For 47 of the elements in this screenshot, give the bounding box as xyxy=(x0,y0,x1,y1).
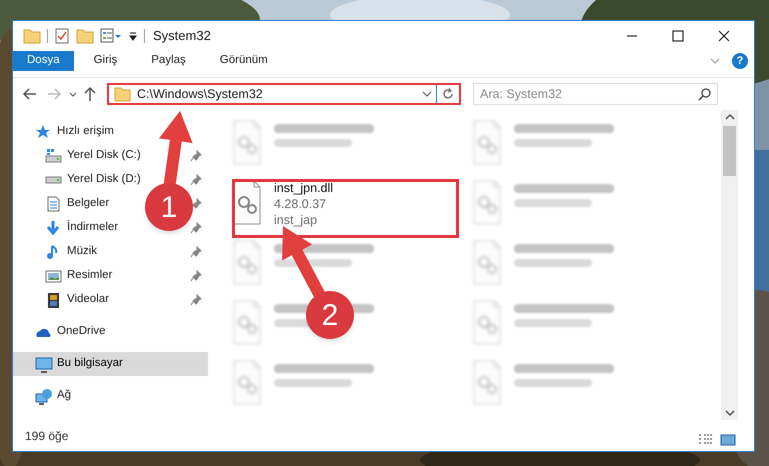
network-icon xyxy=(35,388,53,404)
file-detail: 4.28.0.37 xyxy=(274,196,328,212)
nav-item[interactable]: Videolar xyxy=(67,291,109,309)
ribbon-tab[interactable]: Görünüm xyxy=(206,51,282,71)
window-title: System32 xyxy=(153,27,211,46)
address-path: C:\Windows\System32 xyxy=(137,86,264,103)
address-bar[interactable]: C:\Windows\System32 xyxy=(107,83,461,105)
folder-icon xyxy=(113,86,131,102)
nav-item[interactable]: Resimler xyxy=(67,267,112,285)
search-icon[interactable] xyxy=(698,87,712,101)
nav-item[interactable]: Hızlı erişim xyxy=(57,123,114,141)
dll-file-icon[interactable] xyxy=(232,180,262,226)
search-field[interactable]: Ara: System32 xyxy=(473,83,718,105)
help-button[interactable]: ? xyxy=(732,53,748,69)
nav-item[interactable]: Yerel Disk (D:) xyxy=(67,171,141,189)
file-name[interactable]: inst_jpn.dll xyxy=(274,180,334,196)
image-icon[interactable] xyxy=(720,433,736,447)
nav-item[interactable]: İndirmeler xyxy=(67,219,118,237)
scrollbar[interactable] xyxy=(721,110,738,420)
nav-item[interactable]: Bu bilgisayar xyxy=(57,355,123,373)
drive-icon xyxy=(45,148,63,164)
scrollbar-thumb[interactable] xyxy=(723,126,736,176)
pin-icon[interactable] xyxy=(190,198,202,210)
properties-icon[interactable] xyxy=(100,27,122,45)
ribbon-tab[interactable]: Giriş xyxy=(80,51,132,71)
nav-item[interactable]: Müzik xyxy=(67,243,98,261)
monitor-icon xyxy=(35,356,53,372)
pin-icon[interactable] xyxy=(190,294,202,306)
pin-icon[interactable] xyxy=(190,222,202,234)
nav-item[interactable]: Belgeler xyxy=(67,195,110,213)
up-arrow-icon[interactable] xyxy=(83,85,97,103)
nav-item[interactable]: Yerel Disk (C:) xyxy=(67,147,141,165)
folder-icon[interactable] xyxy=(23,27,41,45)
image-icon xyxy=(45,268,63,284)
ribbon-tab[interactable]: Dosya xyxy=(13,51,74,71)
checklist-icon[interactable] xyxy=(54,27,70,45)
nav-item[interactable]: Ağ xyxy=(57,387,72,405)
pin-icon[interactable] xyxy=(190,270,202,282)
drive-icon xyxy=(45,176,63,184)
item-count: 199 öğe xyxy=(25,428,70,445)
ribbon-tab[interactable]: Paylaş xyxy=(137,51,200,71)
pin-icon[interactable] xyxy=(190,150,202,162)
pin-icon[interactable] xyxy=(190,246,202,258)
file-detail: inst_jap xyxy=(274,212,318,228)
nav-item[interactable]: OneDrive xyxy=(57,323,106,341)
pin-icon[interactable] xyxy=(190,174,202,186)
folder-icon[interactable] xyxy=(76,27,94,45)
